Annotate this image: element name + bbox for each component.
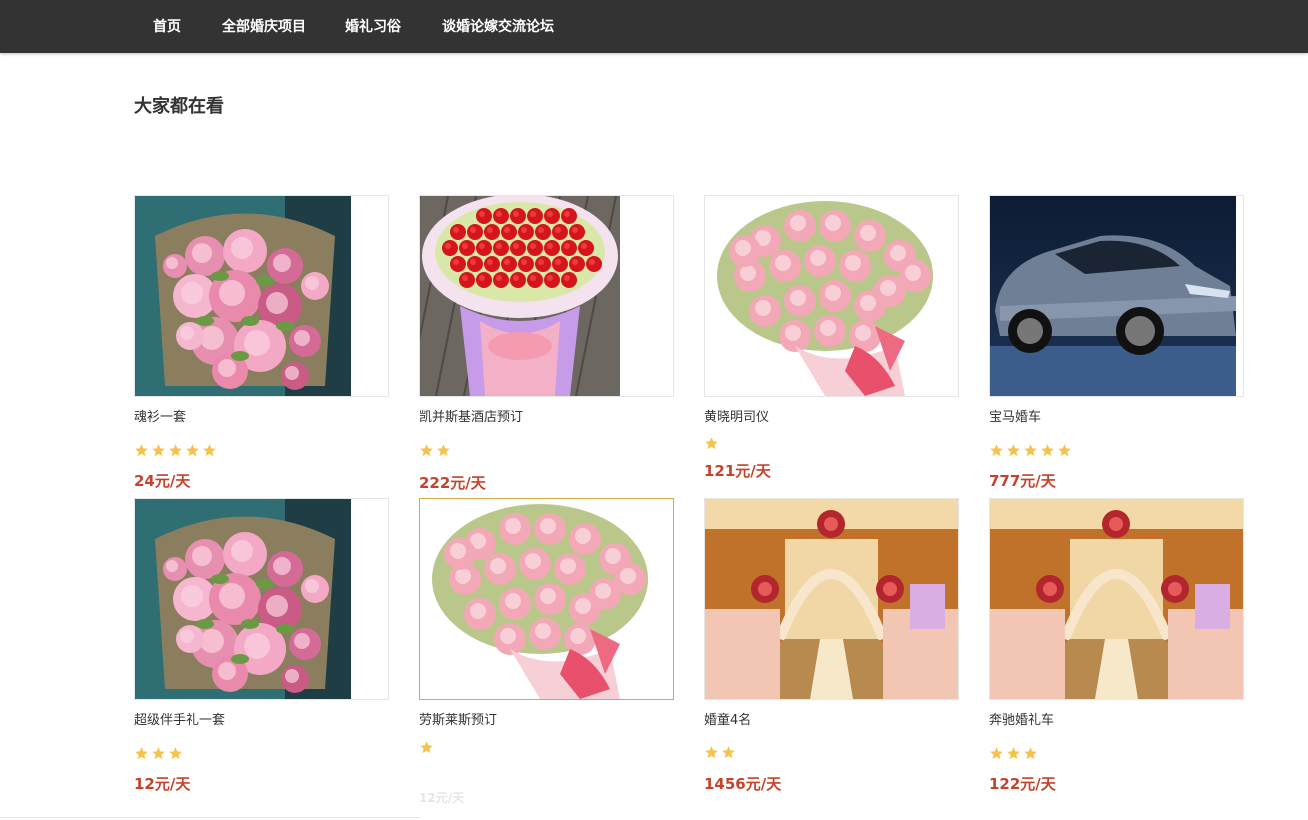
product-name[interactable]: 劳斯莱斯预订 — [419, 712, 497, 730]
star-rating — [989, 443, 1072, 459]
star-icon — [990, 444, 1003, 457]
star-icon — [1041, 444, 1054, 457]
product-price: 121元/天 — [704, 462, 771, 480]
star-icon — [169, 444, 182, 457]
star-icon — [437, 444, 450, 457]
star-icon — [203, 444, 216, 457]
star-icon — [135, 444, 148, 457]
star-icon — [1024, 444, 1037, 457]
star-rating — [704, 745, 736, 761]
product-name[interactable]: 魂衫一套 — [134, 409, 186, 427]
product-price: 122元/天 — [989, 775, 1056, 793]
star-icon — [705, 746, 718, 759]
star-rating — [134, 746, 183, 762]
product-card[interactable]: 劳斯莱斯预订 12元/天 — [419, 498, 674, 805]
star-rating — [134, 443, 217, 459]
product-card[interactable]: 婚童4名 1456元/天 — [704, 498, 959, 798]
star-icon — [152, 444, 165, 457]
star-icon — [990, 747, 1003, 760]
product-price: 24元/天 — [134, 472, 191, 490]
product-image[interactable] — [704, 498, 959, 700]
product-name[interactable]: 凯并斯基酒店预订 — [419, 409, 523, 427]
product-card[interactable]: 黄晓明司仪 121元/天 — [704, 195, 959, 495]
star-icon — [186, 444, 199, 457]
nav-item-customs[interactable]: 婚礼习俗 — [345, 18, 401, 36]
product-image[interactable] — [704, 195, 959, 397]
star-icon — [1024, 747, 1037, 760]
section-title: 大家都在看 — [134, 96, 224, 117]
star-icon — [420, 741, 433, 754]
star-rating — [419, 740, 434, 756]
star-rating — [704, 436, 719, 452]
nav-item-home[interactable]: 首页 — [153, 18, 181, 36]
star-icon — [420, 444, 433, 457]
product-card[interactable]: 超级伴手礼一套 12元/天 — [134, 498, 389, 798]
product-image[interactable] — [419, 195, 674, 397]
product-price: 222元/天 — [419, 474, 486, 492]
product-price: 12元/天 — [419, 791, 465, 805]
product-card[interactable]: 奔驰婚礼车 122元/天 — [989, 498, 1244, 798]
product-name[interactable]: 奔驰婚礼车 — [989, 712, 1054, 730]
star-rating — [989, 746, 1038, 762]
product-price: 12元/天 — [134, 775, 191, 793]
product-image[interactable] — [989, 195, 1244, 397]
product-card[interactable]: 魂衫一套 24元/天 — [134, 195, 389, 495]
divider — [0, 817, 420, 818]
product-name[interactable]: 宝马婚车 — [989, 409, 1041, 427]
star-icon — [1007, 444, 1020, 457]
star-icon — [705, 437, 718, 450]
star-icon — [1058, 444, 1071, 457]
star-icon — [169, 747, 182, 760]
nav-item-all-projects[interactable]: 全部婚庆项目 — [222, 18, 306, 36]
product-price: 777元/天 — [989, 472, 1056, 490]
product-name[interactable]: 婚童4名 — [704, 712, 751, 730]
star-rating — [419, 443, 451, 459]
nav-item-forum[interactable]: 谈婚论嫁交流论坛 — [442, 18, 554, 36]
product-card[interactable]: 宝马婚车 777元/天 — [989, 195, 1244, 495]
product-name[interactable]: 超级伴手礼一套 — [134, 712, 225, 730]
star-icon — [135, 747, 148, 760]
product-price: 1456元/天 — [704, 775, 782, 793]
product-image[interactable] — [134, 498, 389, 700]
star-icon — [152, 747, 165, 760]
product-card[interactable]: 凯并斯基酒店预订 222元/天 — [419, 195, 674, 495]
product-image[interactable] — [134, 195, 389, 397]
product-image[interactable] — [989, 498, 1244, 700]
top-navbar: 首页 全部婚庆项目 婚礼习俗 谈婚论嫁交流论坛 — [0, 0, 1308, 53]
star-icon — [1007, 747, 1020, 760]
product-name[interactable]: 黄晓明司仪 — [704, 409, 769, 427]
star-icon — [722, 746, 735, 759]
product-image[interactable] — [419, 498, 674, 700]
